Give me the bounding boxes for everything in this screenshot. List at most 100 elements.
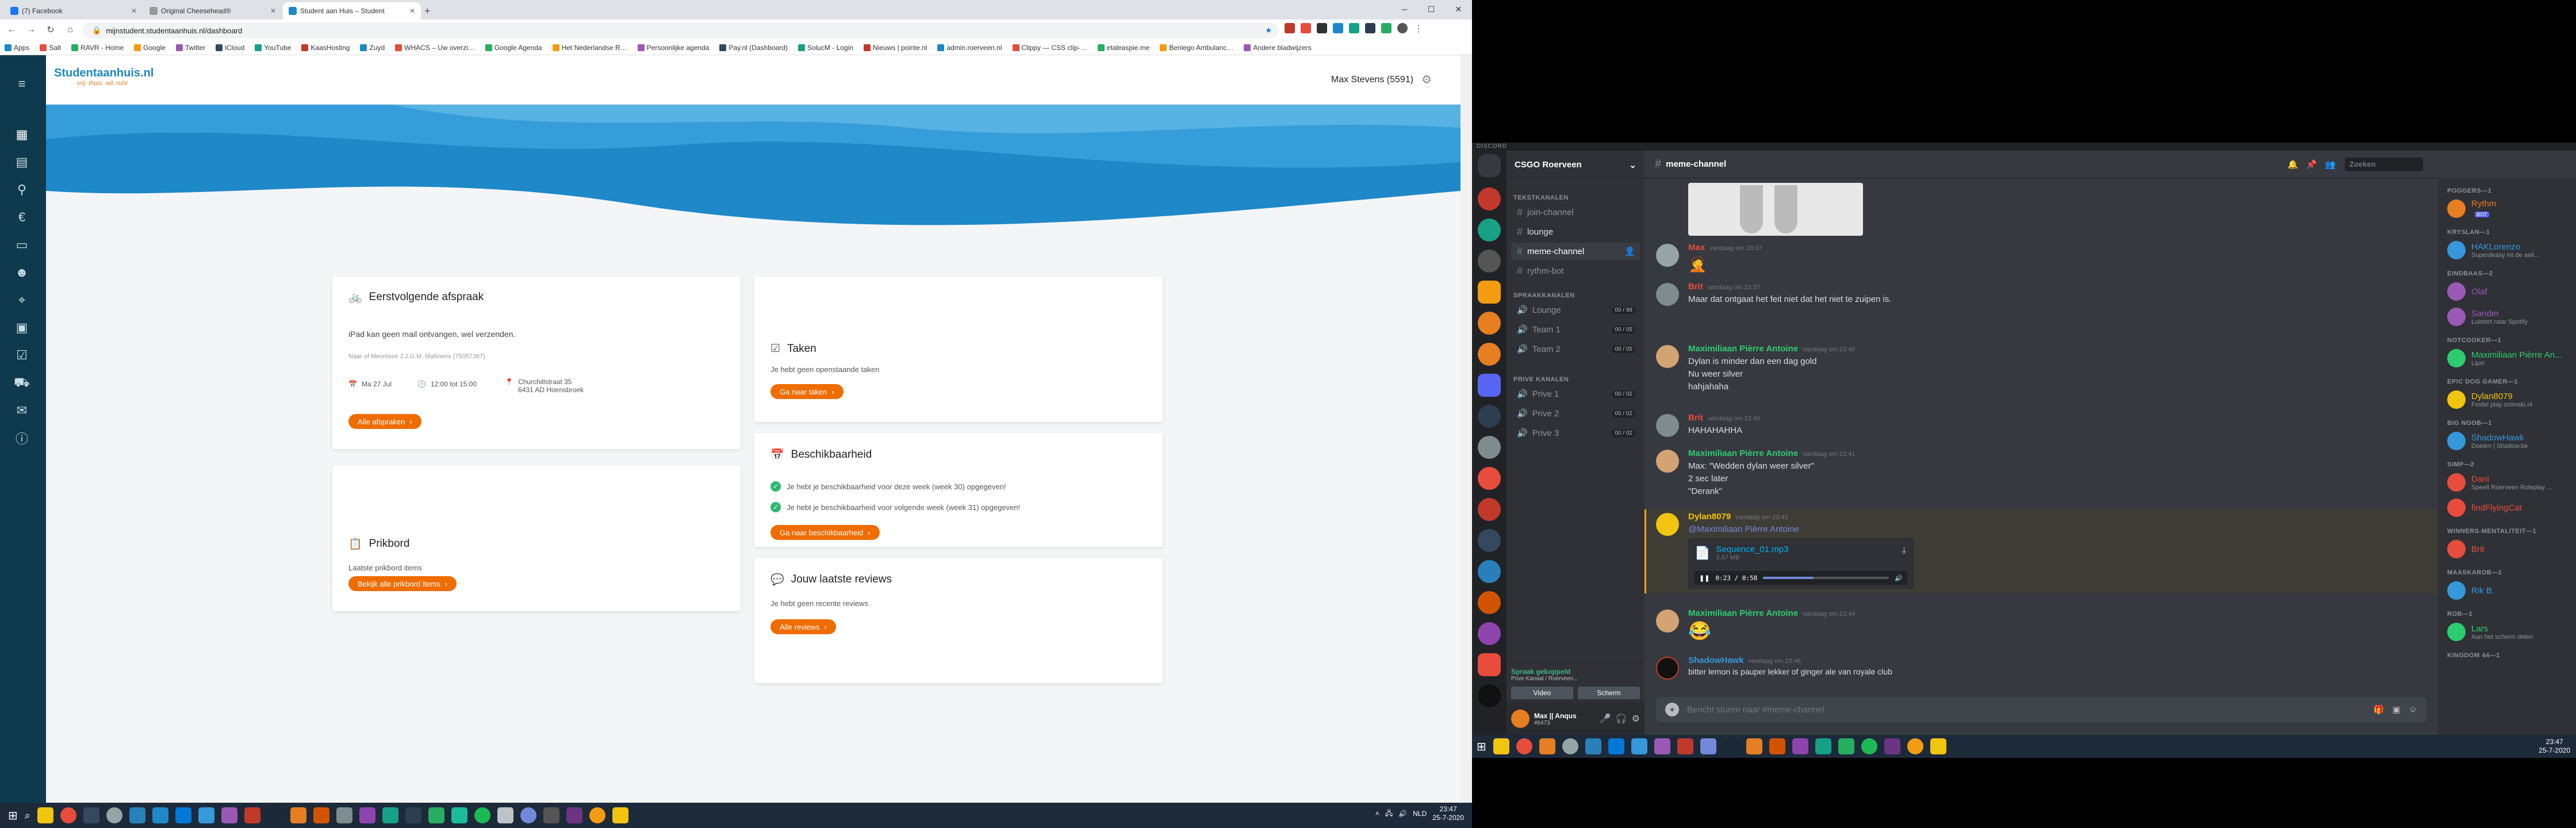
extension-icon[interactable] <box>1285 23 1295 33</box>
explorer-icon[interactable] <box>1493 738 1509 754</box>
server-icon[interactable] <box>1478 684 1501 707</box>
extension-icon[interactable] <box>1381 23 1392 33</box>
server-icon[interactable] <box>1478 622 1501 645</box>
server-icon[interactable] <box>1478 312 1501 335</box>
category-text[interactable]: TEKSTKANALEN <box>1513 194 1569 201</box>
windows-start-icon[interactable]: ⊞ <box>8 808 18 823</box>
member-item[interactable]: Dani Speelt Roerveen Roleplay ... <box>2443 470 2571 494</box>
server-icon[interactable] <box>1478 498 1501 521</box>
language-indicator[interactable]: NLD <box>1413 810 1427 818</box>
member-item[interactable]: ShadowHawk Doelen | Shadow.be <box>2443 429 2571 453</box>
bookmark[interactable]: admin.roerveen.nl <box>937 44 1002 52</box>
extension-icon[interactable] <box>1349 23 1359 33</box>
app-icon[interactable] <box>198 807 214 823</box>
app-icon[interactable] <box>221 807 237 823</box>
bookmark[interactable]: Salt <box>40 44 61 52</box>
members-icon[interactable]: 👥 <box>2325 159 2336 170</box>
message-author[interactable]: Maximiliaan Pièrre Antoine vandaag om 23:… <box>1688 448 1855 458</box>
message-author[interactable]: Brit vandaag om 23:37 <box>1688 282 1760 292</box>
bookmark[interactable]: iCloud <box>216 44 244 52</box>
all-bulletin-items-button[interactable]: Bekijk alle prikbord items › <box>348 576 457 591</box>
app-icon[interactable] <box>1792 738 1808 754</box>
clock[interactable]: 23:47 25-7-2020 <box>1432 805 1464 822</box>
bookmark[interactable]: etaleaspie.me <box>1097 44 1149 52</box>
gear-icon[interactable]: ⚙ <box>1421 72 1432 87</box>
avatar[interactable] <box>1656 657 1679 680</box>
close-icon[interactable]: ✕ <box>1455 5 1462 14</box>
gear-icon[interactable]: ⚙ <box>1632 713 1640 724</box>
message-input[interactable]: + Bericht sturen naar #meme-channel 🎁 ▣ … <box>1656 697 2426 722</box>
audio-seekbar[interactable] <box>1763 577 1889 579</box>
logo[interactable]: Studentaanhuis.nl vrij. thuis. wil. ruht <box>54 67 154 94</box>
tab-cheesehead[interactable]: Original Cheesehead® ✕ <box>144 2 282 20</box>
chrome-icon[interactable] <box>60 807 76 823</box>
voice-channel[interactable]: 🔊 Lounge 00 / 99 <box>1511 301 1640 319</box>
server-icon[interactable] <box>1478 405 1501 428</box>
member-item[interactable]: Rythm BOT <box>2443 197 2571 221</box>
bike-icon[interactable]: ⚲ <box>14 182 30 198</box>
folder-icon[interactable] <box>1478 374 1501 397</box>
app-icon[interactable] <box>129 807 145 823</box>
close-icon[interactable]: ✕ <box>409 7 415 15</box>
bookmark[interactable]: Persoonlijke agenda <box>637 44 709 52</box>
chevron-up-icon[interactable]: ˄ <box>1375 810 1379 818</box>
avatar[interactable] <box>1656 244 1679 267</box>
member-item[interactable]: Lars Aan het scherm delen <box>2443 620 2571 644</box>
page-scrollbar[interactable] <box>1460 55 1472 808</box>
app-icon[interactable] <box>313 807 329 823</box>
mention[interactable]: @Maximiliaan Pièrre Antoine <box>1688 524 1799 534</box>
app-icon[interactable] <box>1608 738 1624 754</box>
bookmark[interactable]: SolucM - Login <box>798 44 853 52</box>
tab-facebook[interactable]: (7) Facebook ✕ <box>5 2 143 20</box>
app-icon[interactable] <box>1907 738 1923 754</box>
search-input[interactable]: Zoeken <box>2345 158 2423 171</box>
app-icon[interactable] <box>152 807 168 823</box>
server-icon[interactable] <box>1478 467 1501 490</box>
network-icon[interactable]: 🖧 <box>1385 808 1393 820</box>
appointments-icon[interactable]: ▤ <box>14 154 30 170</box>
user-menu[interactable]: Max Stevens (5591) ⚙ <box>1331 72 1432 87</box>
bookmark[interactable]: RAVR - Home <box>71 44 124 52</box>
bookmark[interactable]: WHACS – Uw overzi… <box>395 44 475 52</box>
voice-channel[interactable]: 🔊 Team 2 00 / 05 <box>1511 340 1640 358</box>
add-attachment-icon[interactable]: + <box>1665 703 1679 716</box>
app-icon[interactable] <box>1815 738 1831 754</box>
bookmark[interactable]: YouTube <box>255 44 291 52</box>
bookmark[interactable]: Clippy — CSS clip-… <box>1012 44 1087 52</box>
steam-icon[interactable] <box>267 807 283 823</box>
euro-icon[interactable]: € <box>14 209 30 225</box>
volume-icon[interactable]: 🔊 <box>1398 810 1407 818</box>
server-icon[interactable] <box>1478 250 1501 273</box>
emoji-icon[interactable]: ☺ <box>2409 704 2417 715</box>
reload-icon[interactable]: ↻ <box>45 24 56 36</box>
bookmark[interactable]: Pay.nl (Dashboard) <box>719 44 788 52</box>
voice-location[interactable]: Prive Kanaal / Roerveen... <box>1511 676 1640 682</box>
bell-icon[interactable]: 🔔 <box>2287 159 2298 170</box>
tasks-icon[interactable]: ▭ <box>14 237 30 253</box>
chat-icon[interactable]: ✉ <box>14 402 30 419</box>
gift-icon[interactable]: 🎁 <box>2374 704 2385 715</box>
menu-dots-icon[interactable]: ⋮ <box>1413 23 1424 34</box>
chrome-icon[interactable] <box>1516 738 1532 754</box>
new-tab-button[interactable]: + <box>424 5 431 17</box>
app-icon[interactable] <box>612 807 628 823</box>
app-icon[interactable] <box>1631 738 1647 754</box>
bookmark[interactable]: Google <box>134 44 166 52</box>
pin-icon[interactable]: 📌 <box>2306 159 2317 170</box>
all-reviews-button[interactable]: Alle reviews › <box>770 619 836 634</box>
app-icon[interactable] <box>244 807 260 823</box>
app-icon[interactable] <box>1884 738 1900 754</box>
bookmark[interactable]: KaasHosting <box>301 44 350 52</box>
app-icon[interactable] <box>405 807 421 823</box>
app-icon[interactable] <box>589 807 605 823</box>
member-item[interactable]: Maximiliaan Pièrre An... Lips! <box>2443 346 2571 370</box>
app-icon[interactable] <box>382 807 398 823</box>
app-icon[interactable] <box>566 807 582 823</box>
avatar[interactable] <box>1656 450 1679 473</box>
go-to-availability-button[interactable]: Ga naar beschikbaarheid › <box>770 525 880 540</box>
message-author[interactable]: Maximiliaan Pièrre Antoine vandaag om 23:… <box>1688 608 1855 618</box>
server-icon[interactable] <box>1478 343 1501 366</box>
spotify-icon[interactable] <box>474 807 490 823</box>
voice-channel[interactable]: 🔊 Team 1 00 / 05 <box>1511 321 1640 338</box>
clock[interactable]: 23:47 25-7-2020 <box>2539 738 2570 755</box>
